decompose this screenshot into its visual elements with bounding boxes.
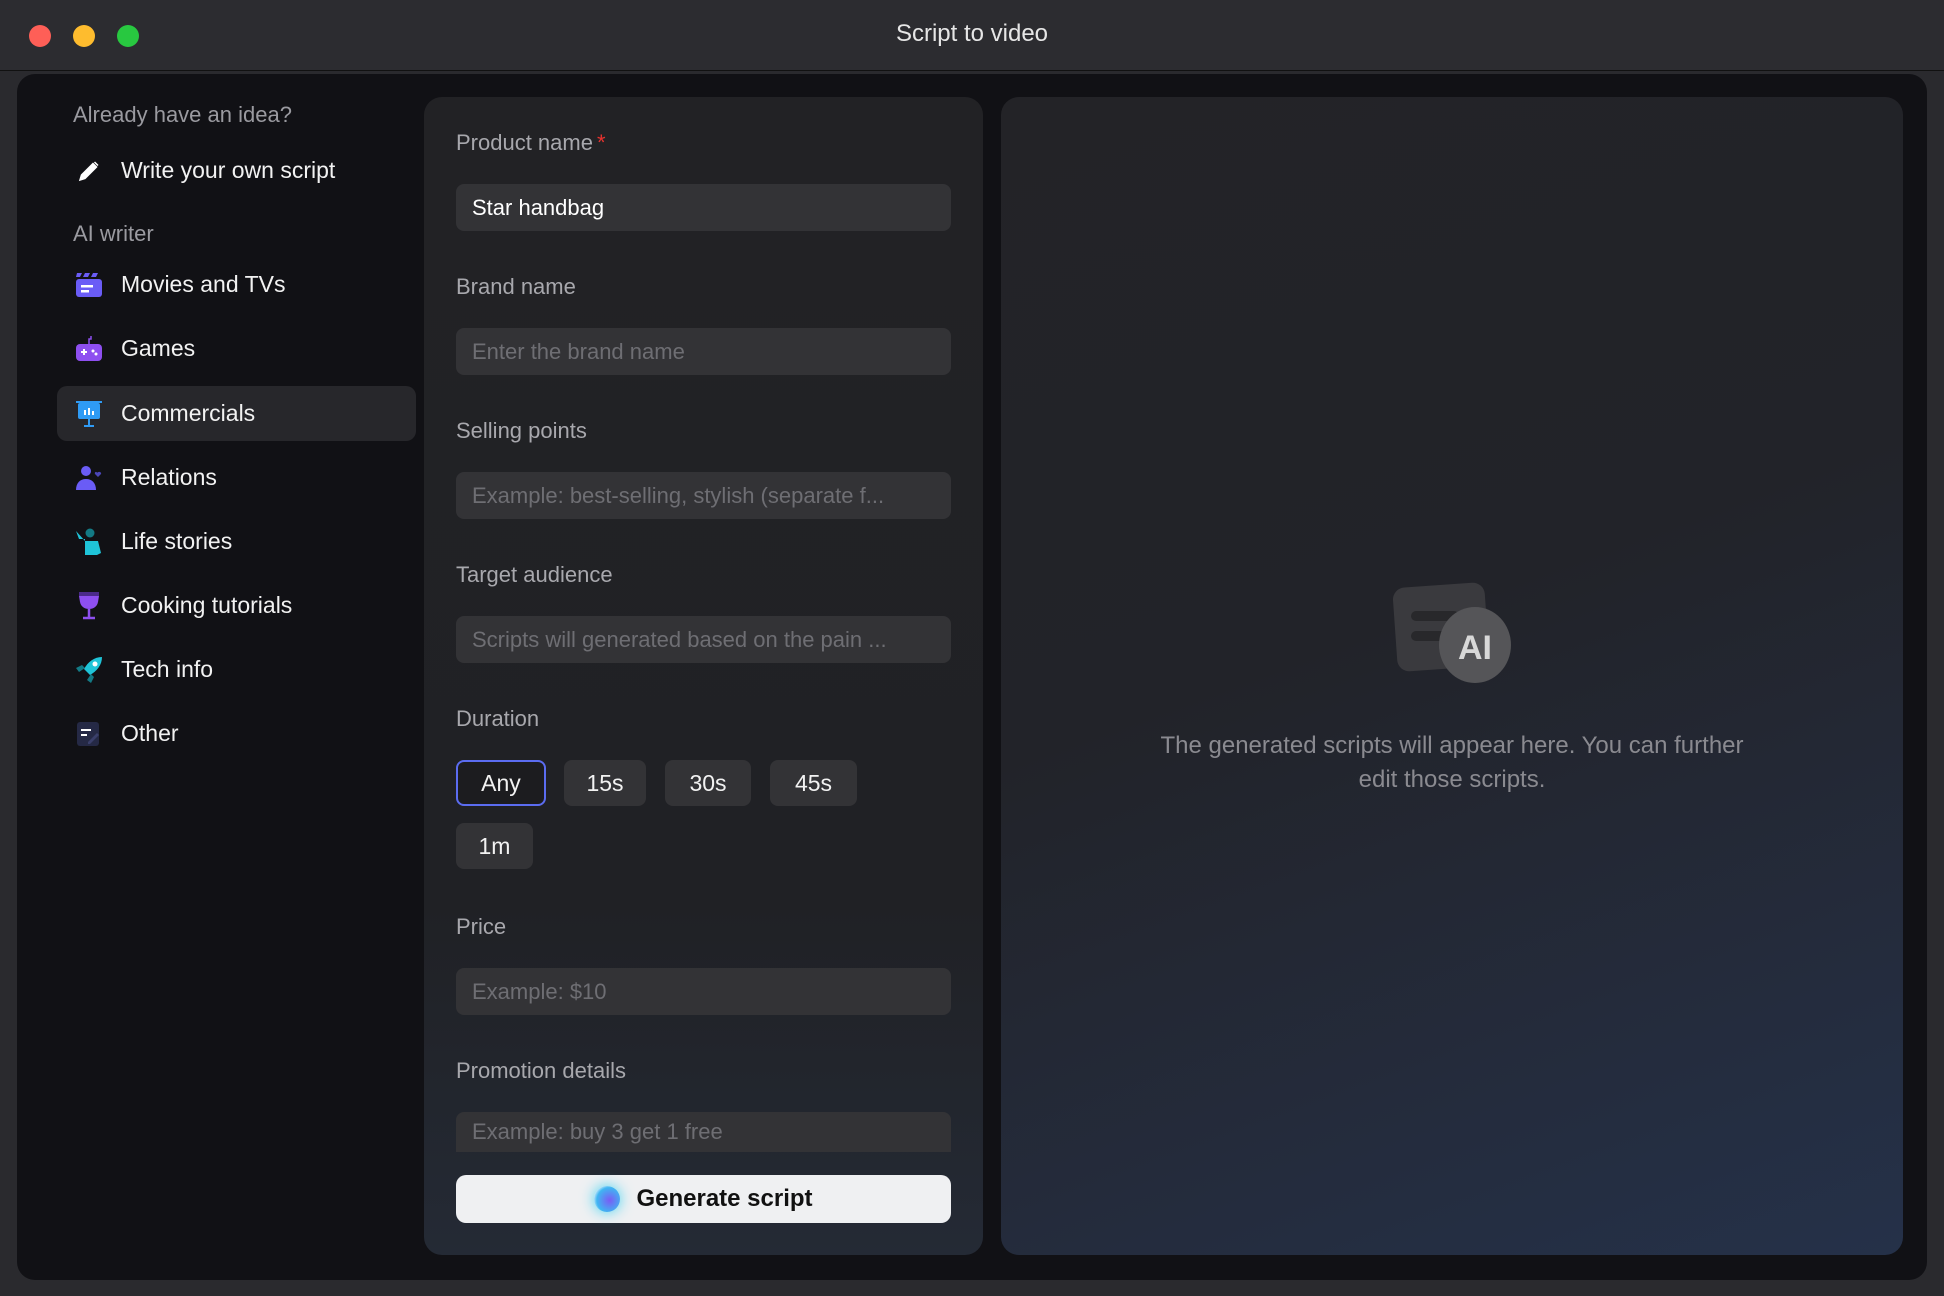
sidebar-item-label: Movies and TVs [121, 271, 286, 297]
generate-script-button[interactable]: Generate script [456, 1175, 951, 1223]
selling-points-label: Selling points [456, 418, 587, 443]
ai-script-icon: AI [1393, 582, 1511, 683]
brand-name-label: Brand name [456, 274, 576, 299]
sidebar-item-label: Write your own script [121, 157, 336, 183]
sidebar-item-label: Games [121, 335, 196, 361]
pencil-icon [75, 157, 103, 185]
product-name-input[interactable] [456, 184, 951, 231]
price-label: Price [456, 914, 507, 939]
selling-points-input[interactable] [456, 472, 951, 519]
note-edit-icon [75, 720, 103, 748]
ai-icon-text: AI [1458, 629, 1492, 667]
person-waving-icon [75, 528, 103, 556]
sidebar-item-movies[interactable]: Movies and TVs [57, 257, 416, 312]
ai-orb-icon [594, 1186, 621, 1212]
script-preview-panel: AI The generated scripts will appear her… [1001, 97, 1903, 1255]
sidebar-item-label: Cooking tutorials [121, 592, 293, 618]
window-title: Script to video [895, 20, 1049, 47]
target-audience-label: Target audience [456, 562, 613, 587]
required-mark: * [596, 130, 606, 155]
target-audience-input[interactable] [456, 616, 951, 663]
promotion-input[interactable] [456, 1112, 951, 1152]
sidebar-item-relations[interactable]: Relations [57, 450, 416, 505]
sidebar-item-life-stories[interactable]: Life stories [57, 514, 416, 569]
sidebar-item-label: Life stories [121, 528, 233, 554]
duration-label: Duration [456, 706, 540, 731]
sidebar-item-other[interactable]: Other [57, 706, 416, 761]
sidebar-item-label: Relations [121, 464, 217, 490]
title-bar: Script to video [0, 0, 1944, 71]
presentation-chart-icon [75, 400, 103, 428]
sidebar-item-label: Tech info [121, 656, 214, 682]
sidebar-item-commercials[interactable]: Commercials [57, 386, 416, 441]
person-heart-icon [75, 464, 103, 492]
clapperboard-icon [75, 271, 103, 299]
write-own-script-button[interactable]: Write your own script [57, 143, 416, 198]
duration-option-45s[interactable]: 45s [770, 760, 857, 806]
brand-name-input[interactable] [456, 328, 951, 375]
sidebar-heading-idea: Already have an idea? [73, 102, 292, 127]
sidebar-item-label: Commercials [121, 400, 256, 426]
price-input[interactable] [456, 968, 951, 1015]
duration-option-1m[interactable]: 1m [456, 823, 533, 869]
commercial-form: Product name* Brand name Selling points … [424, 97, 983, 1255]
sidebar-heading-ai: AI writer [73, 221, 154, 246]
wine-glass-icon [75, 591, 103, 620]
duration-option-any[interactable]: Any [456, 760, 546, 806]
sidebar-item-tech-info[interactable]: Tech info [57, 642, 416, 697]
product-name-label: Product name * [456, 130, 606, 155]
duration-option-15s[interactable]: 15s [564, 760, 646, 806]
sidebar-item-label: Other [121, 720, 179, 746]
rocket-icon [75, 656, 103, 684]
sidebar-item-games[interactable]: Games [57, 321, 416, 376]
duration-option-30s[interactable]: 30s [665, 760, 751, 806]
empty-state-text: The generated scripts will appear here. … [1160, 732, 1744, 793]
promotion-label: Promotion details [456, 1058, 626, 1083]
sidebar-item-cooking[interactable]: Cooking tutorials [57, 578, 416, 633]
gamepad-icon [75, 335, 103, 363]
